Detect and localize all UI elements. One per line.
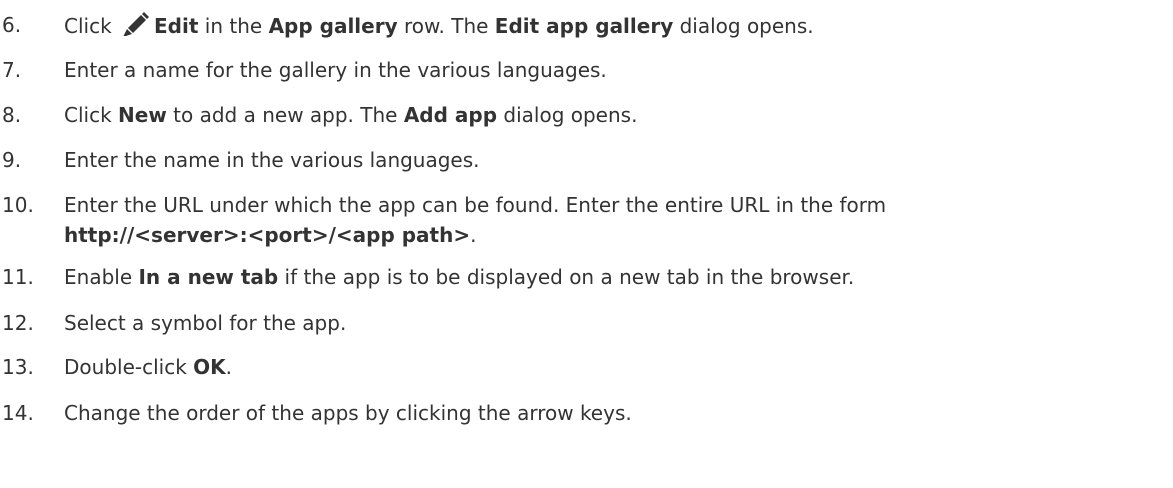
step-number: 13. bbox=[2, 355, 34, 379]
step-text: Change the order of the apps by clicking… bbox=[64, 398, 1173, 428]
step-text: Enter a name for the gallery in the vari… bbox=[64, 55, 1173, 85]
step-number: 12. bbox=[2, 311, 34, 335]
step-text: Select a symbol for the app. bbox=[64, 308, 1173, 338]
step-number: 7. bbox=[2, 58, 22, 82]
step-item: 9. Enter the name in the various language… bbox=[0, 145, 1173, 175]
step-keyword: Edit app gallery bbox=[494, 14, 674, 38]
step-text: Enter the URL under which the app can be… bbox=[64, 190, 1173, 250]
step-text: Click Edit in the App gallery row. The E… bbox=[64, 10, 1173, 41]
edit-pencil-icon bbox=[120, 10, 150, 37]
step-keyword: Edit bbox=[154, 14, 199, 38]
step-item: 11. Enable In a new tab if the app is to … bbox=[0, 262, 1173, 292]
step-text-segment: Double-click bbox=[64, 355, 194, 379]
step-text-segment: Select a symbol for the app. bbox=[64, 311, 347, 335]
step-text-segment: . bbox=[470, 223, 477, 247]
step-text-segment: dialog opens. bbox=[497, 103, 638, 127]
step-text: Enable In a new tab if the app is to be … bbox=[64, 262, 1173, 292]
step-text-segment: Click bbox=[64, 14, 119, 38]
step-keyword: OK bbox=[193, 355, 226, 379]
step-item: 7. Enter a name for the gallery in the va… bbox=[0, 55, 1173, 85]
step-number: 6. bbox=[2, 13, 22, 37]
step-number: 10. bbox=[2, 193, 34, 217]
step-text-segment: row. The bbox=[397, 14, 495, 38]
step-text-segment: in the bbox=[198, 14, 269, 38]
step-keyword: New bbox=[118, 103, 167, 127]
step-text-segment: Enable bbox=[64, 265, 139, 289]
step-text-segment: Enter the URL under which the app can be… bbox=[64, 193, 887, 217]
step-item: 14. Change the order of the apps by click… bbox=[0, 398, 1173, 428]
step-text-segment: Enter a name for the gallery in the vari… bbox=[64, 58, 607, 82]
step-item: 6. Click Edit in the App gallery row. The… bbox=[0, 10, 1173, 41]
step-text-segment: to add a new app. The bbox=[166, 103, 404, 127]
step-number: 11. bbox=[2, 265, 34, 289]
step-number: 8. bbox=[2, 103, 22, 127]
step-item: 12. Select a symbol for the app. bbox=[0, 308, 1173, 338]
step-text: Double-click OK. bbox=[64, 352, 1173, 382]
step-text-segment: Change the order of the apps by clicking… bbox=[64, 401, 632, 425]
step-text-segment: dialog opens. bbox=[673, 14, 814, 38]
step-item: 13. Double-click OK. bbox=[0, 352, 1173, 382]
step-keyword: http://<server>:<port>/<app path> bbox=[64, 223, 471, 247]
step-keyword: Add app bbox=[403, 103, 498, 127]
step-text: Enter the name in the various languages. bbox=[64, 145, 1173, 175]
step-text-segment: Click bbox=[64, 103, 119, 127]
step-item: 10. Enter the URL under which the app can… bbox=[0, 190, 1173, 250]
step-item: 8. Click New to add a new app. The Add ap… bbox=[0, 100, 1173, 130]
step-text: Click New to add a new app. The Add app … bbox=[64, 100, 1173, 130]
step-text-segment: . bbox=[225, 355, 232, 379]
step-text-segment: if the app is to be displayed on a new t… bbox=[278, 265, 855, 289]
step-keyword: In a new tab bbox=[138, 265, 279, 289]
step-number: 14. bbox=[2, 401, 34, 425]
step-text-segment: Enter the name in the various languages. bbox=[64, 148, 480, 172]
step-keyword: App gallery bbox=[268, 14, 398, 38]
step-number: 9. bbox=[2, 148, 22, 172]
